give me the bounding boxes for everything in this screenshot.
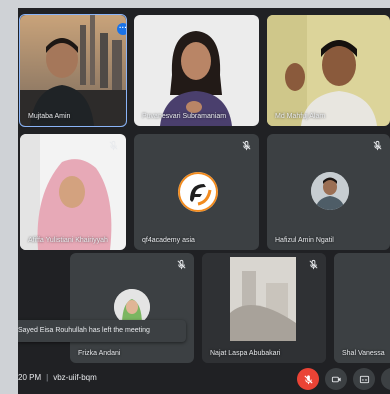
video-tile-shal[interactable]: Shal Vanessa [334,253,390,363]
participant-name: Puvanesvari Subramaniam [142,113,227,120]
participant-name: Afiffa Yulistiani Khairiyyah [28,237,108,244]
participant-name: Hafizul Amin Ngatil [275,237,334,244]
notification-toast: Sayed Eisa Rouhullah has left the meetin… [18,320,186,342]
mic-off-icon [303,374,313,384]
mic-off-icon [176,259,187,270]
more-options-icon[interactable]: ··· [117,23,126,35]
notification-text: Sayed Eisa Rouhullah has left the meetin… [18,327,150,334]
bottom-bar: 20 PM | vbz-uiif-bqm [18,364,390,394]
separator: | [46,373,49,382]
video-tile-afiffa[interactable]: Afiffa Yulistiani Khairiyyah [20,134,126,250]
video-feed [267,15,390,126]
mic-off-icon [308,259,319,270]
video-tile-puvanesvari[interactable]: Puvanesvari Subramaniam [134,15,259,126]
video-tile-frizka[interactable]: Frizka Andani [70,253,194,363]
more-button[interactable] [381,368,390,390]
participant-name: Frizka Andani [78,350,121,357]
captions-button[interactable] [353,368,375,390]
video-tile-mahfuj[interactable]: Md Mahfuj Alam [267,15,390,126]
participant-name: Shal Vanessa [342,350,385,357]
avatar [311,172,349,210]
video-feed [20,134,126,250]
mic-off-icon [372,140,383,151]
mic-toggle-button[interactable] [297,368,319,390]
participant-name: Najat Laspa Abubakari [210,350,281,357]
camera-icon [331,376,341,382]
meeting-details: 20 PM | vbz-uiif-bqm [18,373,97,382]
meet-window: Mujtaba Amin ··· Puvanesvari Subramaniam… [18,8,390,394]
captions-icon [359,375,369,383]
video-tile-qf4academy[interactable]: qf4academy asia [134,134,259,250]
participant-name: Md Mahfuj Alam [275,113,326,120]
video-feed [334,253,390,363]
video-tile-hafizul[interactable]: Hafizul Amin Ngatil [267,134,390,250]
camera-toggle-button[interactable] [325,368,347,390]
participant-name: Mujtaba Amin [28,113,71,120]
video-feed [134,15,259,126]
qf4academy-logo [178,172,218,212]
participant-name: qf4academy asia [142,237,195,244]
video-tile-najat[interactable]: Najat Laspa Abubakari [202,253,326,363]
mic-off-icon [108,140,119,151]
video-tile-mujtaba[interactable]: Mujtaba Amin ··· [20,15,126,126]
clock-time: 20 PM [18,373,42,382]
meeting-code[interactable]: vbz-uiif-bqm [53,373,97,382]
more-options-icon [387,374,390,385]
mic-off-icon [241,140,252,151]
video-feed [20,15,126,126]
